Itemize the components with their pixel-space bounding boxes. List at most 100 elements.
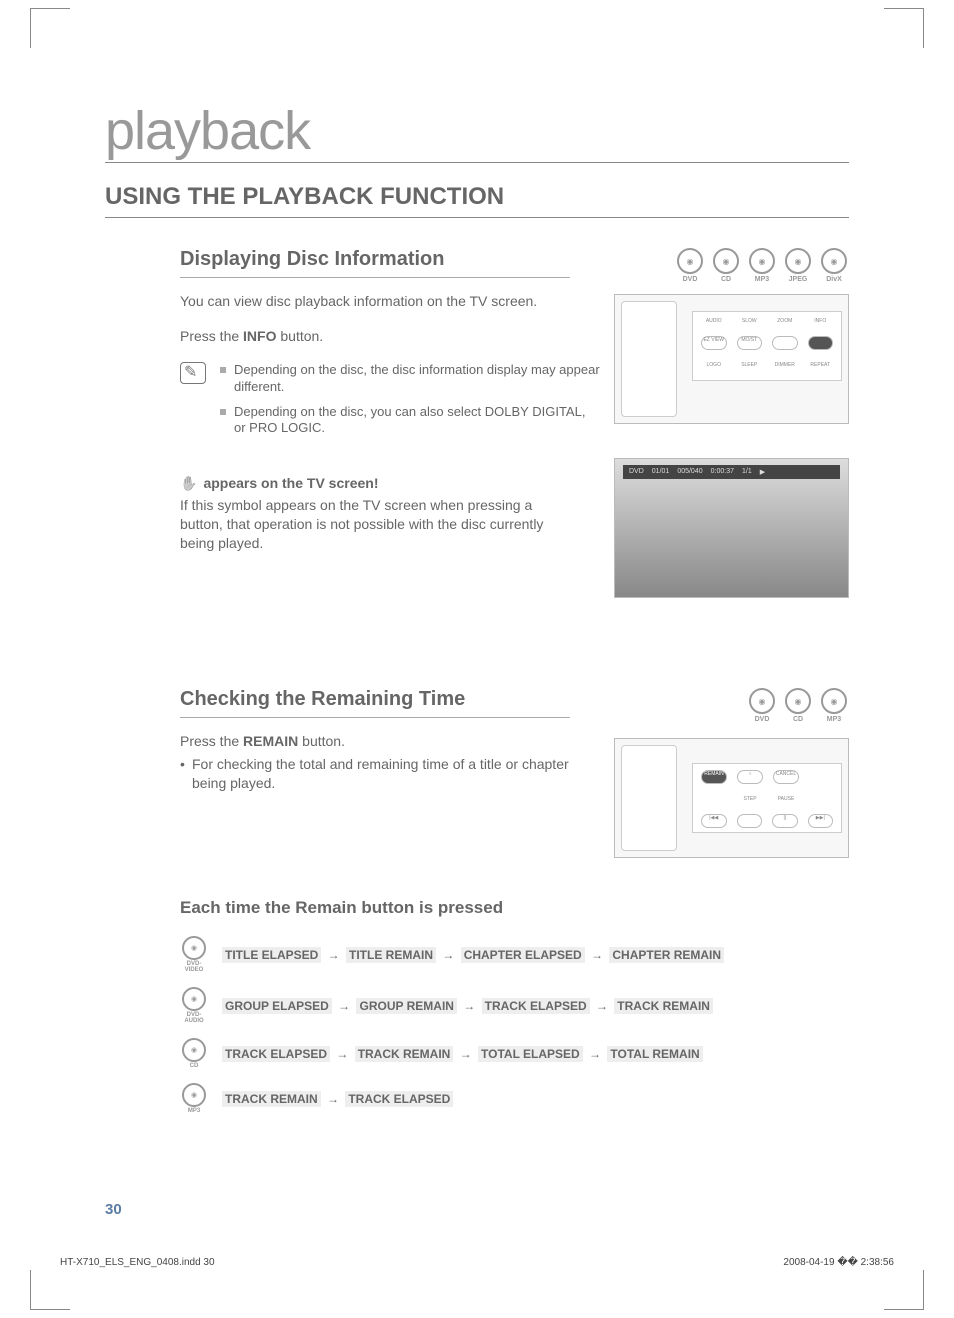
remote-outline — [621, 745, 677, 851]
osd-field: 1/1 — [742, 468, 752, 476]
button-name: INFO — [243, 328, 276, 344]
arrow-icon: → — [593, 999, 612, 1013]
arrow-icon: → — [335, 999, 354, 1013]
label: REPEAT — [808, 362, 834, 368]
text: button. — [298, 733, 345, 749]
arrow-icon: → — [324, 1092, 343, 1106]
osd-field: 01/01 — [652, 468, 670, 476]
badge-mp3: ◉MP3 — [819, 688, 849, 723]
remain-button-highlight: REMAIN — [701, 770, 727, 784]
remote-button: CANCEL — [773, 770, 799, 784]
osd-field: DVD — [629, 468, 644, 476]
sequence-text: TRACK REMAIN → TRACK ELAPSED — [222, 1092, 453, 1106]
remote-button: EZ VIEW — [701, 336, 727, 350]
label: SLOW — [737, 318, 763, 324]
section-remaining-time: ◉DVD ◉CD ◉MP3 Checking the Remaining Tim… — [105, 688, 849, 858]
section-displaying-disc-info: ◉DVD ◉CD ◉MP3 ◉JPEG ◉DivX Displaying Dis… — [105, 248, 849, 608]
arrow-icon: → — [586, 1047, 605, 1061]
text: Press the — [180, 733, 243, 749]
sequence-row: ◉DVD-AUDIO GROUP ELAPSED → GROUP REMAIN … — [180, 987, 849, 1024]
label: INFO — [808, 318, 834, 324]
osd-field: 0:00:37 — [711, 468, 734, 476]
remote-button — [737, 814, 763, 828]
remote-button: ▶▶| — [808, 814, 834, 828]
sequence-text: GROUP ELAPSED → GROUP REMAIN → TRACK ELA… — [222, 999, 713, 1013]
crop-mark — [30, 1270, 70, 1310]
remote-button: MO/ST — [737, 336, 763, 350]
osd-field: 005/040 — [677, 468, 702, 476]
arrow-icon: → — [333, 1047, 352, 1061]
badge-mp3: ◉MP3 — [180, 1083, 208, 1114]
sequence-row: ◉CD TRACK ELAPSED → TRACK REMAIN → TOTAL… — [180, 1038, 849, 1069]
badge-cd: ◉CD — [711, 248, 741, 283]
badge-divx: ◉DivX — [819, 248, 849, 283]
note-item: Depending on the disc, the disc informat… — [220, 362, 600, 396]
label: ZOOM — [772, 318, 798, 324]
sequence-row: ◉DVD-VIDEO TITLE ELAPSED → TITLE REMAIN … — [180, 936, 849, 973]
label: LOGO — [701, 362, 727, 368]
format-badges: ◉DVD ◉CD ◉MP3 — [747, 688, 849, 723]
osd-play-icon: ▶ — [760, 468, 765, 476]
remote-button — [772, 336, 798, 350]
osd-bar: DVD 01/01 005/040 0:00:37 1/1 ▶ — [623, 465, 840, 479]
arrow-icon: → — [439, 948, 458, 962]
subsection-title: Each time the Remain button is pressed — [180, 898, 849, 918]
label: DIMMER — [772, 362, 798, 368]
warning-body: If this symbol appears on the TV screen … — [180, 496, 560, 553]
remote-zoom: AUDIO SLOW ZOOM INFO EZ VIEW MO/ST LOGO … — [692, 311, 842, 381]
note-item: Depending on the disc, you can also sele… — [220, 404, 600, 438]
subsection-title: Displaying Disc Information — [180, 248, 570, 278]
bullet-text: For checking the total and remaining tim… — [180, 755, 580, 793]
text: appears on the TV screen! — [203, 475, 378, 491]
text: Press the — [180, 328, 243, 344]
arrow-icon: → — [456, 1047, 475, 1061]
button-name: REMAIN — [243, 733, 298, 749]
section-heading: USING THE PLAYBACK FUNCTION — [105, 183, 849, 218]
remote-button: || — [772, 814, 798, 828]
remote-button: |◀◀ — [701, 814, 727, 828]
subsection-title: Checking the Remaining Time — [180, 688, 570, 718]
note-list: Depending on the disc, the disc informat… — [220, 362, 600, 446]
badge-dvd-audio: ◉DVD-AUDIO — [180, 987, 208, 1024]
label: STEP — [737, 796, 763, 802]
chapter-title: playback — [105, 100, 849, 163]
section-remain-sequence: Each time the Remain button is pressed ◉… — [105, 898, 849, 1114]
label: PAUSE — [773, 796, 799, 802]
badge-cd: ◉CD — [783, 688, 813, 723]
format-badges: ◉DVD ◉CD ◉MP3 ◉JPEG ◉DivX — [675, 248, 849, 283]
label: SLEEP — [737, 362, 763, 368]
remote-zoom: REMAIN ○ CANCEL STEP PAUSE |◀◀ || ▶▶| — [692, 763, 842, 833]
info-button-highlight — [808, 336, 834, 350]
label: AUDIO — [701, 318, 727, 324]
badge-cd: ◉CD — [180, 1038, 208, 1069]
sequence-text: TRACK ELAPSED → TRACK REMAIN → TOTAL ELA… — [222, 1047, 703, 1061]
arrow-icon: → — [324, 948, 343, 962]
remote-outline — [621, 301, 677, 417]
crop-mark — [30, 8, 70, 48]
remote-illustration: AUDIO SLOW ZOOM INFO EZ VIEW MO/ST LOGO … — [614, 294, 849, 424]
page-body: playback USING THE PLAYBACK FUNCTION ◉DV… — [50, 0, 904, 1114]
crop-mark — [884, 8, 924, 48]
badge-dvd-video: ◉DVD-VIDEO — [180, 936, 208, 973]
arrow-icon: → — [460, 999, 479, 1013]
badge-dvd: ◉DVD — [675, 248, 705, 283]
badge-mp3: ◉MP3 — [747, 248, 777, 283]
instruction-text: Press the REMAIN button. — [180, 732, 570, 751]
body-text: You can view disc playback information o… — [180, 292, 570, 311]
arrow-icon: → — [588, 948, 607, 962]
remote-button: ○ — [737, 770, 763, 784]
tv-illustration: DVD 01/01 005/040 0:00:37 1/1 ▶ — [614, 458, 849, 598]
instruction-text: Press the INFO button. — [180, 327, 570, 346]
sequence-text: TITLE ELAPSED → TITLE REMAIN → CHAPTER E… — [222, 948, 724, 962]
footer-timestamp: 2008-04-19 �� 2:38:56 — [783, 1257, 894, 1268]
badge-dvd: ◉DVD — [747, 688, 777, 723]
note-block: Depending on the disc, the disc informat… — [180, 362, 600, 446]
badge-jpeg: ◉JPEG — [783, 248, 813, 283]
sequence-row: ◉MP3 TRACK REMAIN → TRACK ELAPSED — [180, 1083, 849, 1114]
note-icon — [180, 362, 206, 384]
text: button. — [276, 328, 323, 344]
remote-illustration: REMAIN ○ CANCEL STEP PAUSE |◀◀ || ▶▶| — [614, 738, 849, 858]
crop-mark — [884, 1270, 924, 1310]
footer-filename: HT-X710_ELS_ENG_0408.indd 30 — [60, 1257, 215, 1268]
label — [701, 796, 727, 802]
